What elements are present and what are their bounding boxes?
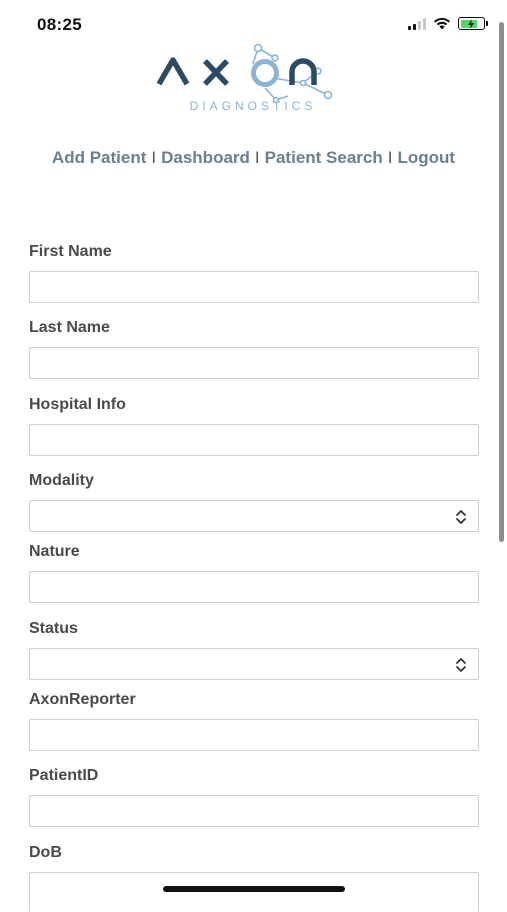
last-name-label: Last Name xyxy=(29,319,110,336)
status-field: Status xyxy=(29,618,479,680)
nav-patient-search[interactable]: Patient Search xyxy=(265,148,383,167)
status-time: 08:25 xyxy=(37,15,82,34)
nature-label: Nature xyxy=(29,543,80,560)
hospital-info-input[interactable] xyxy=(29,424,479,456)
patient-id-label: PatientID xyxy=(29,767,99,784)
patient-id-field: PatientID xyxy=(29,765,479,827)
wifi-icon xyxy=(434,17,450,30)
first-name-label: First Name xyxy=(29,243,112,260)
status-select[interactable] xyxy=(29,648,479,680)
nature-field: Nature xyxy=(29,541,479,603)
logo-tagline: DIAGNOSTICS xyxy=(190,99,317,113)
modality-select[interactable] xyxy=(29,500,479,532)
nav-dashboard[interactable]: Dashboard xyxy=(161,148,250,167)
hospital-info-label: Hospital Info xyxy=(29,396,126,413)
scrollbar[interactable] xyxy=(499,22,504,542)
nav-separator: I xyxy=(151,148,157,167)
axon-reporter-field: AxonReporter xyxy=(29,689,479,751)
nav-separator: I xyxy=(254,148,260,167)
dob-label: DoB xyxy=(29,844,62,861)
last-name-input[interactable] xyxy=(29,347,479,379)
chevron-up-down-icon xyxy=(456,658,466,672)
modality-field: Modality xyxy=(29,470,479,532)
home-indicator[interactable] xyxy=(163,886,345,892)
axon-diagnostics-logo: DIAGNOSTICS xyxy=(156,43,333,113)
status-label: Status xyxy=(29,620,78,637)
nav-add-patient[interactable]: Add Patient xyxy=(52,148,146,167)
nature-input[interactable] xyxy=(29,571,479,603)
cellular-signal-icon xyxy=(408,17,426,30)
dob-field: DoB xyxy=(29,842,479,912)
first-name-field: First Name xyxy=(29,241,479,303)
last-name-field: Last Name xyxy=(29,317,479,379)
nav-logout[interactable]: Logout xyxy=(397,148,455,167)
chevron-up-down-icon xyxy=(456,510,466,524)
status-icons xyxy=(408,17,488,30)
nav-separator: I xyxy=(387,148,393,167)
dob-input[interactable] xyxy=(29,872,479,912)
axon-reporter-label: AxonReporter xyxy=(29,691,136,708)
patient-id-input[interactable] xyxy=(29,795,479,827)
battery-icon xyxy=(458,17,488,30)
hospital-info-field: Hospital Info xyxy=(29,394,479,456)
modality-label: Modality xyxy=(29,472,94,489)
axon-reporter-input[interactable] xyxy=(29,719,479,751)
first-name-input[interactable] xyxy=(29,271,479,303)
top-nav: Add Patient I Dashboard I Patient Search I Log… xyxy=(0,148,507,168)
